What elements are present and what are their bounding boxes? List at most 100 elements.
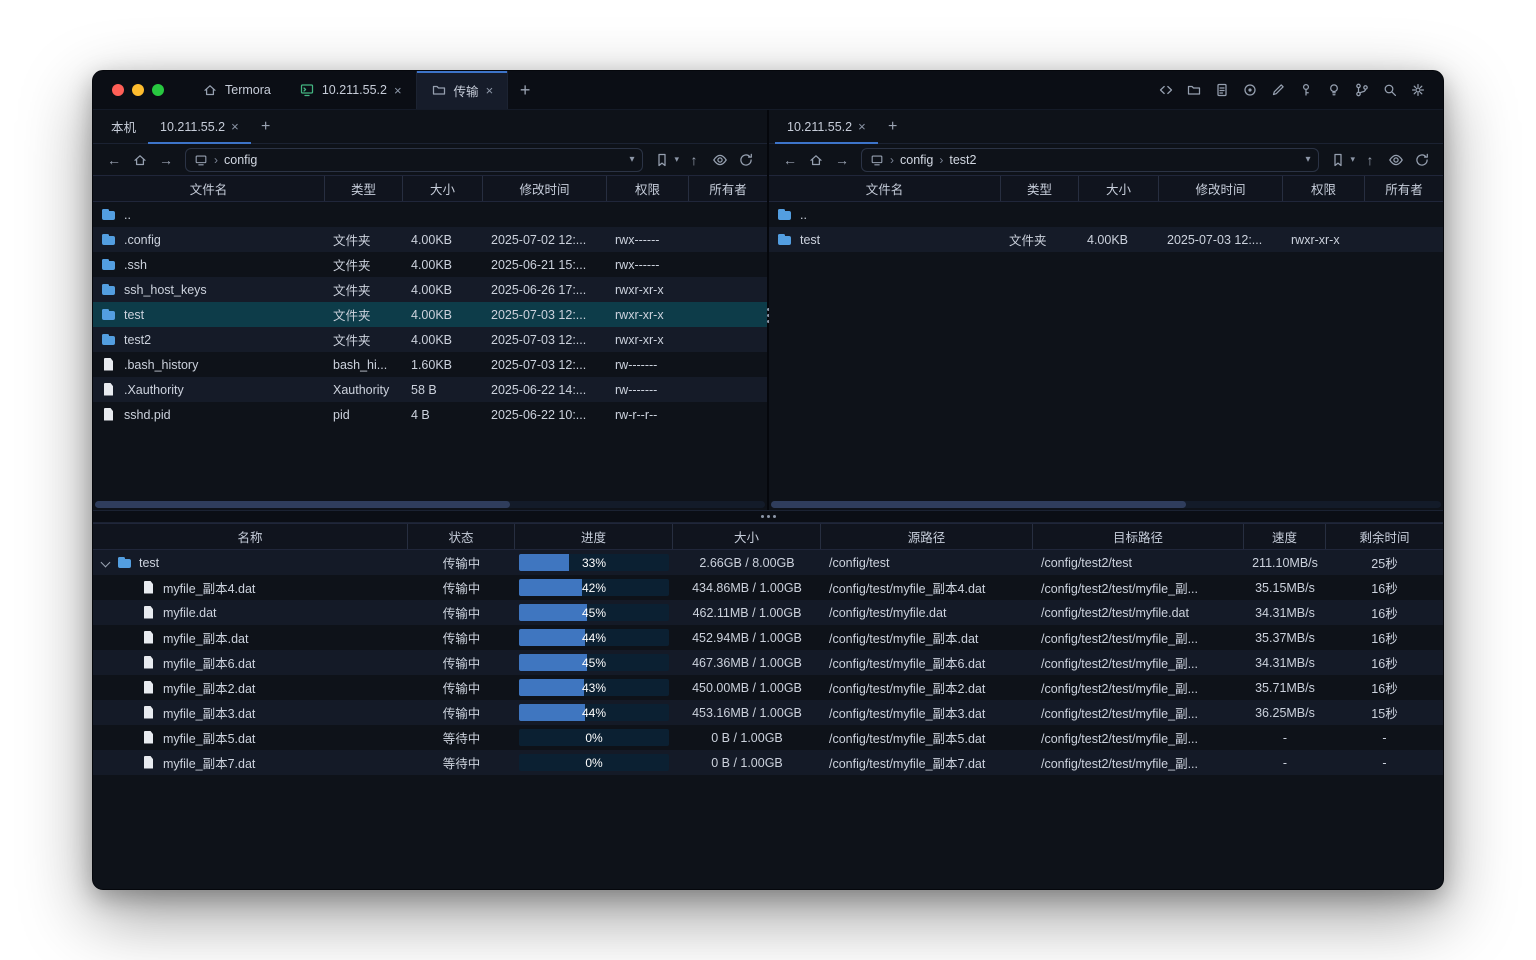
transfer-name: myfile_副本.dat — [163, 628, 248, 647]
column-header-status[interactable]: 状态 — [408, 524, 515, 549]
column-header-target[interactable]: 目标路径 — [1033, 524, 1244, 549]
column-header-perm[interactable]: 权限 — [607, 176, 689, 201]
path-breadcrumb[interactable]: config test2 — [861, 148, 1319, 172]
column-header-type[interactable]: 类型 — [325, 176, 403, 201]
progress-cell: 45% — [515, 654, 673, 671]
settings-button[interactable] — [1407, 79, 1429, 101]
record-button[interactable] — [1239, 79, 1261, 101]
transfer-row[interactable]: myfile_副本2.dat 传输中 43% 450.00MB / 1.00GB… — [93, 675, 1443, 700]
file-row[interactable]: .config 文件夹 4.00KB 2025-07-02 12:... rwx… — [93, 227, 767, 252]
column-header-speed[interactable]: 速度 — [1244, 524, 1326, 549]
column-header-perm[interactable]: 权限 — [1283, 176, 1365, 201]
bookmark-button[interactable] — [651, 149, 673, 171]
transfer-row[interactable]: myfile_副本.dat 传输中 44% 452.94MB / 1.00GB … — [93, 625, 1443, 650]
column-header-name[interactable]: 文件名 — [93, 176, 325, 201]
column-header-mtime[interactable]: 修改时间 — [483, 176, 607, 201]
zoom-window-button[interactable] — [152, 84, 164, 96]
home-button[interactable] — [129, 149, 151, 171]
file-row[interactable]: test2 文件夹 4.00KB 2025-07-03 12:... rwxr-… — [93, 327, 767, 352]
bulb-button[interactable] — [1323, 79, 1345, 101]
file-row[interactable]: .Xauthority Xauthority 58 B 2025-06-22 1… — [93, 377, 767, 402]
breadcrumb-segment[interactable]: config — [224, 153, 257, 167]
log-button[interactable] — [1211, 79, 1233, 101]
column-header-size[interactable]: 大小 — [673, 524, 821, 549]
breadcrumb-segment[interactable]: test2 — [949, 153, 976, 167]
column-header-name[interactable]: 文件名 — [769, 176, 1001, 201]
tab-local[interactable]: 本机 — [99, 110, 148, 143]
column-header-name[interactable]: 名称 — [93, 524, 408, 549]
tab-transfer[interactable]: 传输 — [416, 71, 509, 109]
breadcrumb-segment[interactable]: config — [900, 153, 933, 167]
file-row[interactable]: .ssh 文件夹 4.00KB 2025-06-21 15:... rwx---… — [93, 252, 767, 277]
bookmark-dropdown-icon[interactable] — [674, 154, 679, 165]
path-breadcrumb[interactable]: config — [185, 148, 643, 172]
forward-button[interactable] — [155, 149, 177, 171]
horizontal-scrollbar[interactable] — [771, 501, 1441, 508]
forward-button[interactable] — [831, 149, 853, 171]
key-button[interactable] — [1295, 79, 1317, 101]
tab-remote-host[interactable]: 10.211.55.2 — [148, 110, 251, 143]
home-button[interactable] — [805, 149, 827, 171]
refresh-button[interactable] — [735, 149, 757, 171]
tab-termora[interactable]: Termora — [188, 71, 285, 109]
bookmark-dropdown-icon[interactable] — [1350, 154, 1355, 165]
chevron-down-icon[interactable] — [1305, 154, 1310, 165]
transfer-row[interactable]: myfile_副本4.dat 传输中 42% 434.86MB / 1.00GB… — [93, 575, 1443, 600]
close-tab-icon[interactable] — [858, 120, 866, 133]
transfer-row[interactable]: myfile_副本7.dat 等待中 0% 0 B / 1.00GB /conf… — [93, 750, 1443, 775]
parent-directory-button[interactable] — [683, 149, 705, 171]
transfer-row[interactable]: test 传输中 33% 2.66GB / 8.00GB /config/tes… — [93, 550, 1443, 575]
transfer-row[interactable]: myfile_副本6.dat 传输中 45% 467.36MB / 1.00GB… — [93, 650, 1443, 675]
file-row[interactable]: .bash_history bash_hi... 1.60KB 2025-07-… — [93, 352, 767, 377]
refresh-button[interactable] — [1411, 149, 1433, 171]
column-header-owner[interactable]: 所有者 — [1365, 176, 1443, 201]
column-header-size[interactable]: 大小 — [403, 176, 483, 201]
file-row[interactable]: test 文件夹 4.00KB 2025-07-03 12:... rwxr-x… — [769, 227, 1443, 252]
file-row[interactable]: .. — [93, 202, 767, 227]
folder-button[interactable] — [1183, 79, 1205, 101]
column-header-type[interactable]: 类型 — [1001, 176, 1079, 201]
scrollbar-thumb[interactable] — [95, 501, 510, 508]
chevron-down-icon[interactable] — [629, 154, 634, 165]
column-header-source[interactable]: 源路径 — [821, 524, 1033, 549]
column-header-progress[interactable]: 进度 — [515, 524, 673, 549]
new-tab-button[interactable] — [508, 71, 542, 109]
transfer-row[interactable]: myfile_副本5.dat 等待中 0% 0 B / 1.00GB /conf… — [93, 725, 1443, 750]
scrollbar-thumb[interactable] — [771, 501, 1186, 508]
file-permissions: rw------- — [607, 383, 689, 397]
search-button[interactable] — [1379, 79, 1401, 101]
show-hidden-button[interactable] — [709, 149, 731, 171]
transfer-row[interactable]: myfile_副本3.dat 传输中 44% 453.16MB / 1.00GB… — [93, 700, 1443, 725]
file-row[interactable]: sshd.pid pid 4 B 2025-06-22 10:... rw-r-… — [93, 402, 767, 427]
parent-directory-button[interactable] — [1359, 149, 1381, 171]
file-name-cell: .bash_history — [93, 358, 325, 372]
new-panel-tab-button[interactable] — [878, 110, 908, 143]
minimize-window-button[interactable] — [132, 84, 144, 96]
close-tab-icon[interactable] — [231, 120, 239, 133]
column-header-eta[interactable]: 剩余时间 — [1326, 524, 1443, 549]
horizontal-splitter[interactable] — [93, 510, 1443, 523]
file-row[interactable]: .. — [769, 202, 1443, 227]
new-panel-tab-button[interactable] — [251, 110, 281, 143]
file-name: test2 — [124, 333, 151, 347]
code-button[interactable] — [1155, 79, 1177, 101]
tab-remote-host[interactable]: 10.211.55.2 — [775, 110, 878, 143]
column-header-mtime[interactable]: 修改时间 — [1159, 176, 1283, 201]
edit-button[interactable] — [1267, 79, 1289, 101]
transfer-row[interactable]: myfile.dat 传输中 45% 462.11MB / 1.00GB /co… — [93, 600, 1443, 625]
back-button[interactable] — [779, 149, 801, 171]
tab-host[interactable]: 10.211.55.2 — [285, 71, 416, 109]
chevron-down-icon[interactable] — [99, 557, 111, 569]
branch-button[interactable] — [1351, 79, 1373, 101]
show-hidden-button[interactable] — [1385, 149, 1407, 171]
column-header-owner[interactable]: 所有者 — [689, 176, 767, 201]
close-tab-icon[interactable] — [394, 84, 402, 97]
file-row[interactable]: test 文件夹 4.00KB 2025-07-03 12:... rwxr-x… — [93, 302, 767, 327]
horizontal-scrollbar[interactable] — [95, 501, 765, 508]
bookmark-button[interactable] — [1327, 149, 1349, 171]
file-row[interactable]: ssh_host_keys 文件夹 4.00KB 2025-06-26 17:.… — [93, 277, 767, 302]
close-tab-icon[interactable] — [486, 84, 494, 97]
close-window-button[interactable] — [112, 84, 124, 96]
column-header-size[interactable]: 大小 — [1079, 176, 1159, 201]
back-button[interactable] — [103, 149, 125, 171]
